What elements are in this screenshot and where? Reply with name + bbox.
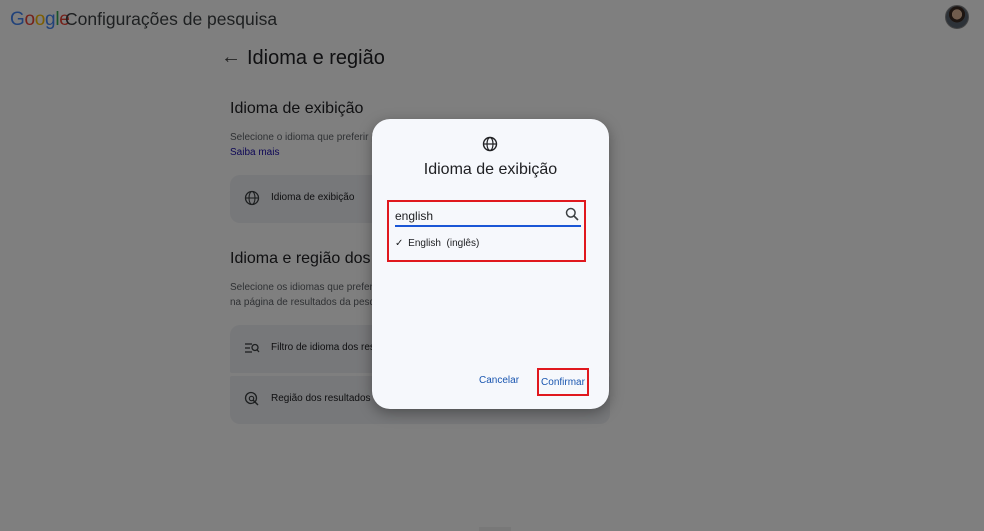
search-highlight-box: ✓ English (inglês) (387, 200, 586, 262)
dialog-title: Idioma de exibição (423, 161, 558, 178)
globe-icon (482, 136, 498, 152)
language-option-english[interactable]: ✓ English (inglês) (395, 238, 479, 249)
display-language-dialog: Idioma de exibição ✓ English (inglês) Ca… (372, 119, 609, 409)
check-icon: ✓ (395, 238, 404, 249)
language-search-input[interactable] (395, 207, 559, 225)
search-icon[interactable] (565, 207, 579, 221)
language-option-label: English (inglês) (408, 238, 480, 249)
cancel-button[interactable]: Cancelar (479, 375, 519, 386)
confirm-button[interactable]: Confirmar (537, 368, 589, 396)
search-underline (395, 225, 581, 227)
